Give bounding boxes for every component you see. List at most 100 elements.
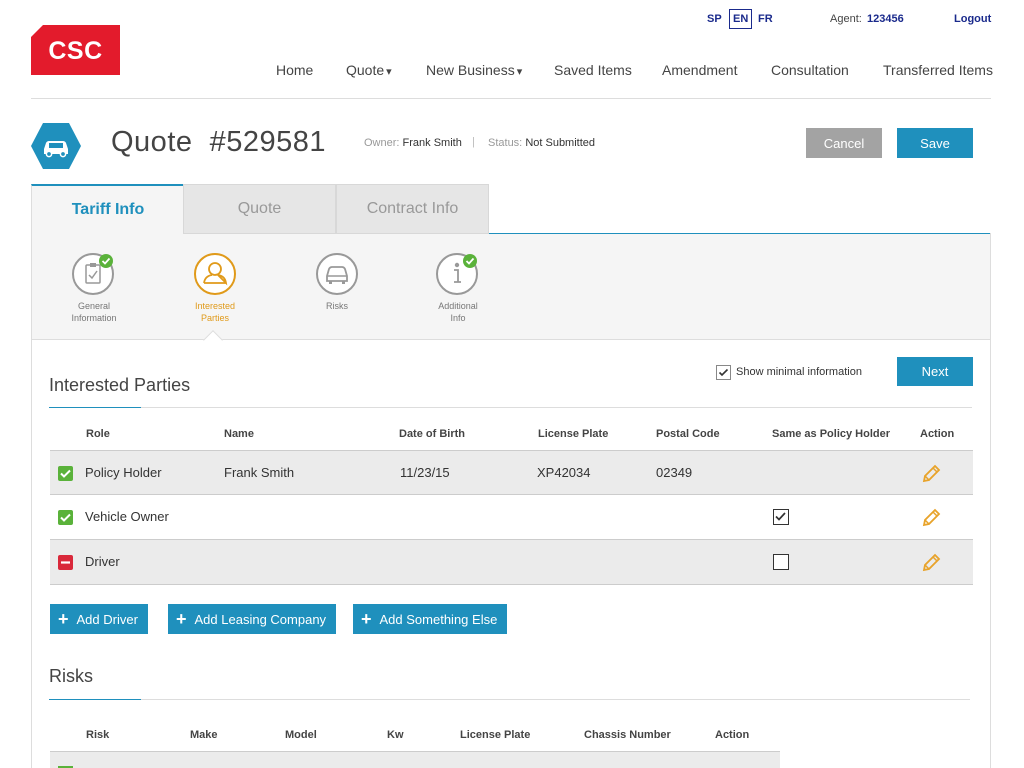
pencil-icon[interactable] — [921, 553, 941, 573]
col-license-plate: License Plate — [538, 428, 609, 440]
checkmark-icon — [775, 512, 786, 521]
col-model: Model — [285, 729, 317, 741]
step-label: Information — [71, 313, 117, 323]
status-meta: Status: Not Submitted — [488, 137, 595, 149]
table-row[interactable] — [50, 751, 780, 768]
section-divider — [49, 699, 970, 700]
tab-tariff-info[interactable]: Tariff Info — [31, 184, 184, 234]
cell-postal-code: 02349 — [656, 465, 693, 480]
cell-role: Driver — [85, 554, 120, 569]
step-label: Additional — [438, 301, 478, 311]
chevron-down-icon: ▾ — [386, 66, 392, 78]
step-additional-info[interactable]: Additional Info — [408, 252, 508, 324]
add-something-else-button[interactable]: + Add Something Else — [353, 604, 508, 634]
add-driver-button[interactable]: + Add Driver — [50, 604, 148, 634]
step-general-information[interactable]: General Information — [44, 252, 144, 324]
tab-quote[interactable]: Quote — [183, 184, 336, 234]
cell-role: Policy Holder — [85, 465, 162, 480]
missing-status-icon — [58, 555, 73, 570]
meta-separator: | — [472, 136, 475, 148]
same-as-policy-holder-checkbox[interactable] — [773, 554, 789, 570]
complete-status-icon — [58, 510, 73, 525]
table-row[interactable]: Driver — [50, 540, 973, 585]
show-minimal-checkbox[interactable] — [716, 365, 731, 380]
table-row[interactable]: Policy Holder Frank Smith 11/23/15 XP420… — [50, 450, 973, 495]
lang-en[interactable]: EN — [729, 9, 753, 29]
quote-title-label: Quote — [111, 126, 193, 158]
lang-sp[interactable]: SP — [707, 13, 722, 25]
plus-icon: + — [361, 609, 372, 629]
table-row[interactable]: Vehicle Owner — [50, 495, 973, 540]
step-label: Parties — [200, 313, 229, 323]
lang-fr[interactable]: FR — [758, 13, 773, 25]
pencil-icon[interactable] — [921, 508, 941, 528]
csc-logo[interactable]: CSC — [31, 25, 120, 75]
header-divider — [31, 98, 991, 99]
plus-icon: + — [58, 609, 69, 629]
chevron-down-icon: ▾ — [516, 66, 523, 78]
owner-meta: Owner: Frank Smith — [364, 137, 462, 149]
step-interested-parties[interactable]: Interested Parties — [165, 252, 265, 324]
car-icon — [316, 253, 358, 295]
cell-dob: 11/23/15 — [400, 465, 450, 480]
checkmark-icon — [718, 368, 729, 377]
nav-transferred-items[interactable]: Transferred Items — [883, 62, 993, 78]
plus-icon: + — [176, 609, 187, 629]
save-button[interactable]: Save — [897, 128, 973, 158]
tab-contract-info[interactable]: Contract Info — [336, 184, 489, 234]
section-divider — [49, 407, 972, 408]
status-label: Status: — [488, 137, 523, 149]
add-leasing-label: Add Leasing Company — [194, 611, 327, 627]
col-action: Action — [920, 428, 955, 440]
cell-name: Frank Smith — [224, 465, 295, 480]
interested-parties-title: Interested Parties — [49, 375, 191, 395]
svg-text:CSC: CSC — [48, 37, 102, 65]
col-chassis-number: Chassis Number — [584, 729, 671, 741]
add-leasing-company-button[interactable]: + Add Leasing Company — [168, 604, 337, 634]
col-same-as-policy-holder: Same as Policy Holder — [772, 428, 890, 440]
col-role: Role — [86, 428, 110, 440]
nav-home[interactable]: Home — [276, 62, 313, 78]
risks-title: Risks — [49, 666, 93, 686]
col-name: Name — [224, 428, 254, 440]
owner-label: Owner: — [364, 137, 400, 149]
step-label: Interested — [194, 301, 236, 311]
cancel-button[interactable]: Cancel — [806, 128, 882, 158]
add-driver-label: Add Driver — [76, 611, 138, 627]
next-button[interactable]: Next — [897, 357, 973, 386]
section-accent — [49, 407, 141, 408]
step-label: Risks — [326, 301, 348, 311]
col-postal-code: Postal Code — [656, 428, 720, 440]
agent-label: Agent: — [830, 13, 862, 25]
cell-role: Vehicle Owner — [85, 509, 169, 524]
nav-quote[interactable]: Quote ▾ — [346, 62, 392, 78]
complete-status-icon — [58, 466, 73, 481]
car-badge-icon — [31, 123, 81, 169]
col-dob: Date of Birth — [399, 428, 465, 440]
nav-new-business-label: New Business — [426, 62, 515, 78]
nav-quote-label: Quote — [346, 62, 385, 78]
logout-link[interactable]: Logout — [954, 13, 991, 25]
nav-amendment[interactable]: Amendment — [662, 62, 737, 78]
col-action: Action — [715, 729, 750, 741]
nav-new-business[interactable]: New Business ▾ — [426, 62, 522, 78]
owner-value: Frank Smith — [402, 137, 462, 149]
add-something-label: Add Something Else — [379, 611, 498, 627]
nav-consultation[interactable]: Consultation — [771, 62, 849, 78]
quote-number: #529581 — [209, 126, 327, 158]
col-risk: Risk — [86, 729, 110, 741]
col-kw: Kw — [387, 729, 404, 741]
step-label: Info — [450, 313, 466, 323]
nav-saved-items[interactable]: Saved Items — [554, 62, 632, 78]
clipboard-icon — [72, 253, 114, 295]
col-make: Make — [190, 729, 218, 741]
status-value: Not Submitted — [525, 137, 596, 149]
col-license-plate: License Plate — [460, 729, 531, 741]
step-risks[interactable]: Risks — [287, 252, 387, 312]
pencil-icon[interactable] — [921, 464, 941, 484]
step-label: General — [77, 301, 111, 311]
same-as-policy-holder-checkbox[interactable] — [773, 509, 789, 525]
info-icon — [436, 253, 478, 295]
agent-id: 123456 — [867, 13, 904, 25]
page-title: Quote #529581 — [111, 126, 326, 159]
